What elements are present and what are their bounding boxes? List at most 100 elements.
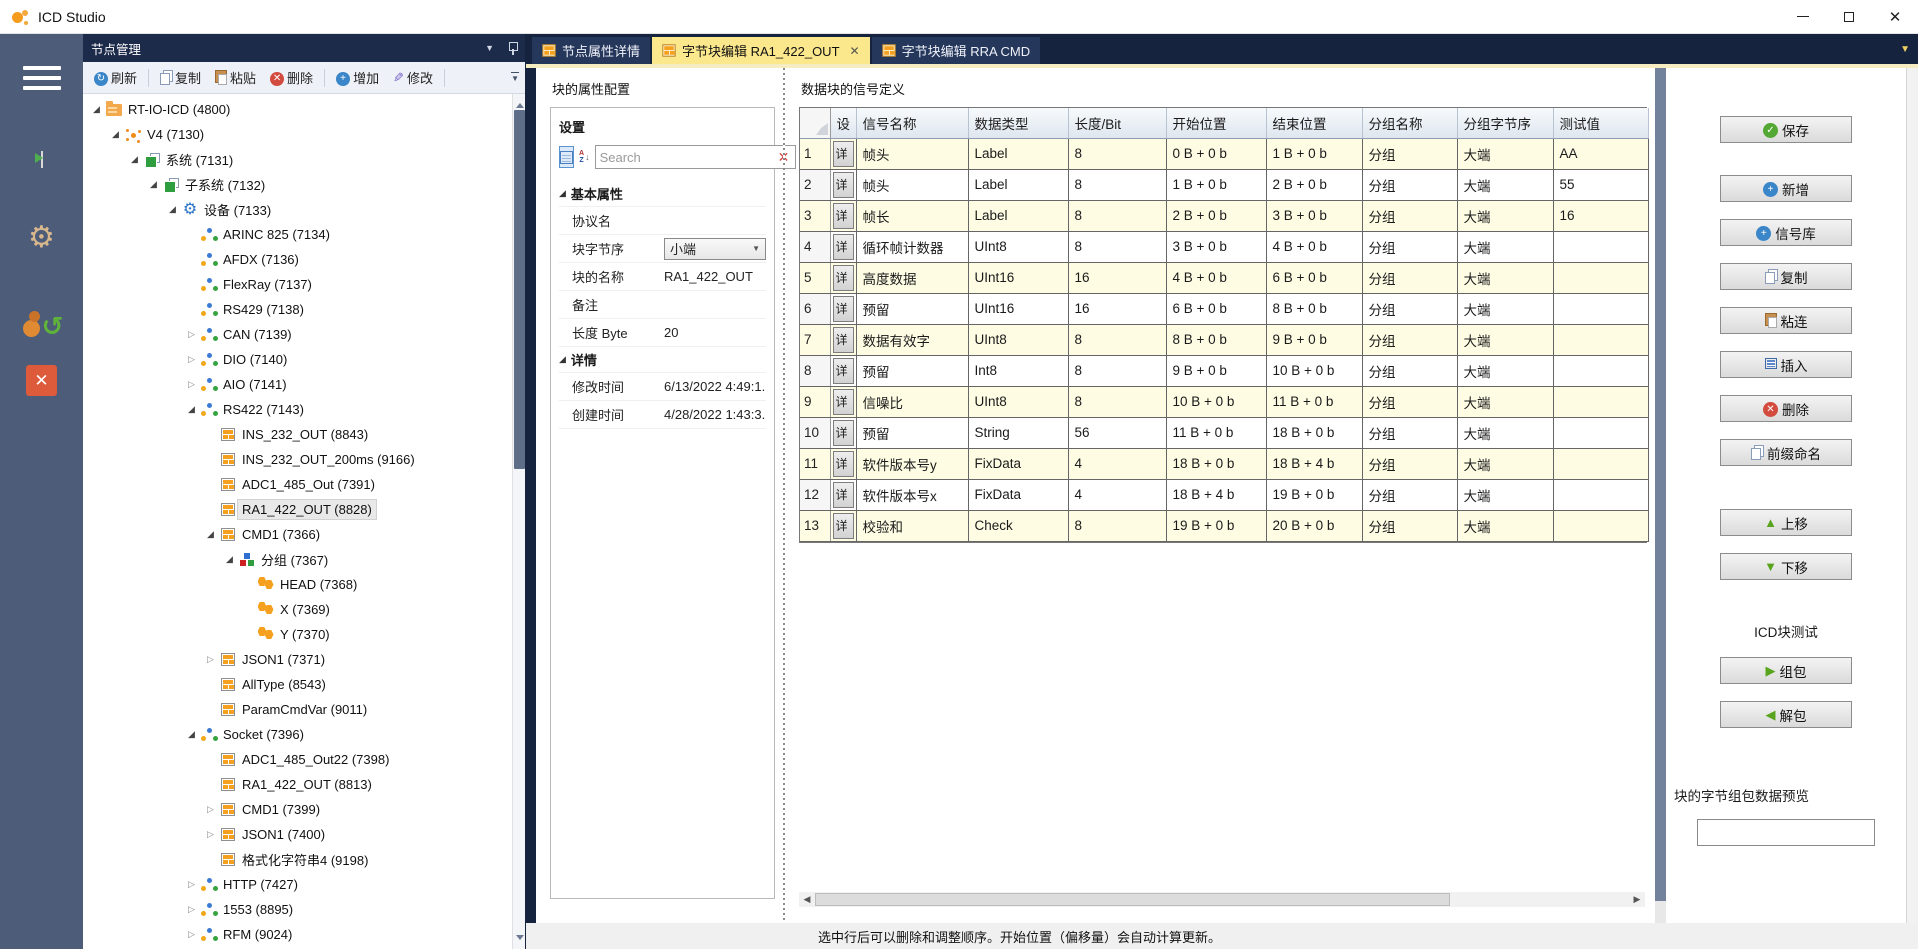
tree-item[interactable]: ▷1553 (8895): [83, 897, 512, 922]
新增-button[interactable]: +新增: [1720, 175, 1852, 202]
row-header[interactable]: 10: [800, 417, 830, 448]
cell-test[interactable]: [1553, 417, 1648, 448]
粘连-button[interactable]: 粘连: [1720, 307, 1852, 334]
cell-endian[interactable]: 大端: [1457, 200, 1553, 231]
expander-icon[interactable]: ◢: [203, 529, 218, 540]
menu-icon[interactable]: [23, 66, 61, 96]
cell-name[interactable]: 信噪比: [856, 386, 968, 417]
scroll-up-icon[interactable]: [516, 99, 524, 108]
cell-test[interactable]: 55: [1553, 169, 1648, 200]
cell-bits[interactable]: 8: [1068, 169, 1166, 200]
cell-group[interactable]: 分组: [1362, 169, 1457, 200]
cell-start[interactable]: 18 B + 0 b: [1166, 448, 1266, 479]
cell-type[interactable]: Label: [968, 200, 1068, 231]
cell-type[interactable]: Label: [968, 138, 1068, 169]
cell-endian[interactable]: 大端: [1457, 510, 1553, 541]
search-input[interactable]: [600, 150, 776, 165]
tree-item[interactable]: ◢RT-IO-ICD (4800): [83, 97, 512, 122]
cell-name[interactable]: 循环帧计数器: [856, 231, 968, 262]
tree-item[interactable]: ▷CAN (7139): [83, 322, 512, 347]
cell-endian[interactable]: 大端: [1457, 293, 1553, 324]
cell-bits[interactable]: 16: [1068, 262, 1166, 293]
cell-endian[interactable]: 大端: [1457, 169, 1553, 200]
cell-end[interactable]: 20 B + 0 b: [1266, 510, 1362, 541]
expander-icon[interactable]: ◢: [127, 154, 142, 165]
cell-test[interactable]: [1553, 479, 1648, 510]
row-detail-button[interactable]: 详: [833, 141, 854, 167]
tree-item[interactable]: ◢Socket (7396): [83, 722, 512, 747]
pin-icon[interactable]: [508, 42, 517, 55]
expander-icon[interactable]: ◢: [108, 129, 123, 140]
cell-end[interactable]: 2 B + 0 b: [1266, 169, 1362, 200]
cell-start[interactable]: 3 B + 0 b: [1166, 231, 1266, 262]
tree-item[interactable]: ◢CMD1 (7366): [83, 522, 512, 547]
cell-group[interactable]: 分组: [1362, 231, 1457, 262]
cell-end[interactable]: 9 B + 0 b: [1266, 324, 1362, 355]
tree-item[interactable]: 格式化字符串4 (9198): [83, 847, 512, 872]
row-detail-button[interactable]: 详: [833, 513, 854, 539]
signal-pane-scrollbar[interactable]: [1655, 68, 1666, 923]
cell-name[interactable]: 高度数据: [856, 262, 968, 293]
cell-test[interactable]: AA: [1553, 138, 1648, 169]
tree-item[interactable]: ▷JSON1 (7371): [83, 647, 512, 672]
scrollbar-thumb[interactable]: [1655, 68, 1666, 901]
column-header-信号名称[interactable]: 信号名称: [856, 108, 968, 138]
cell-type[interactable]: UInt8: [968, 324, 1068, 355]
row-header[interactable]: 9: [800, 386, 830, 417]
property-value[interactable]: 4/28/2022 1:43:3...: [664, 407, 766, 422]
cell-start[interactable]: 10 B + 0 b: [1166, 386, 1266, 417]
cell-type[interactable]: UInt16: [968, 262, 1068, 293]
cell-end[interactable]: 19 B + 0 b: [1266, 479, 1362, 510]
row-header[interactable]: 7: [800, 324, 830, 355]
tree-item[interactable]: ParamCmdVar (9011): [83, 697, 512, 722]
保存-button[interactable]: ✓保存: [1720, 116, 1852, 143]
row-header[interactable]: 1: [800, 138, 830, 169]
cell-start[interactable]: 0 B + 0 b: [1166, 138, 1266, 169]
tree-item[interactable]: ◢分组 (7367): [83, 547, 512, 572]
row-detail-button[interactable]: 详: [833, 234, 854, 260]
toolbar-copy-button[interactable]: 复制: [155, 65, 206, 90]
categorize-view-button[interactable]: [559, 146, 574, 168]
expander-icon[interactable]: ◢: [184, 729, 199, 740]
column-header-设[interactable]: 设: [830, 108, 856, 138]
tree-item[interactable]: ▷CMD1 (7399): [83, 797, 512, 822]
复制-button[interactable]: 复制: [1720, 263, 1852, 290]
cell-start[interactable]: 4 B + 0 b: [1166, 262, 1266, 293]
expander-icon[interactable]: ◢: [146, 179, 161, 190]
tab-字节块编辑-RA1_422_OUT[interactable]: 字节块编辑 RA1_422_OUT✕: [652, 37, 870, 64]
row-detail-button[interactable]: 详: [833, 389, 854, 415]
cell-test[interactable]: [1553, 448, 1648, 479]
删除-button[interactable]: ✕删除: [1720, 395, 1852, 422]
expander-icon[interactable]: ▷: [184, 929, 199, 940]
scrollbar-thumb[interactable]: [514, 110, 525, 469]
expander-icon[interactable]: ▷: [203, 654, 218, 665]
cell-start[interactable]: 18 B + 4 b: [1166, 479, 1266, 510]
panel-menu-icon[interactable]: ▼: [485, 43, 494, 53]
组包-button[interactable]: ▶组包: [1720, 657, 1852, 684]
byte-order-combobox[interactable]: 小端▼: [664, 238, 766, 260]
row-detail-button[interactable]: 详: [833, 358, 854, 384]
cell-group[interactable]: 分组: [1362, 200, 1457, 231]
cell-endian[interactable]: 大端: [1457, 479, 1553, 510]
cell-bits[interactable]: 8: [1068, 324, 1166, 355]
expander-icon[interactable]: ◢: [222, 554, 237, 565]
expander-icon[interactable]: ▷: [184, 329, 199, 340]
row-header[interactable]: 6: [800, 293, 830, 324]
tab-字节块编辑-RRA-CMD[interactable]: 字节块编辑 RRA CMD: [872, 37, 1041, 64]
row-detail-button[interactable]: 详: [833, 451, 854, 477]
cell-endian[interactable]: 大端: [1457, 231, 1553, 262]
right-edge-scrollbar[interactable]: [1906, 68, 1918, 923]
row-header[interactable]: 12: [800, 479, 830, 510]
cell-test[interactable]: [1553, 386, 1648, 417]
cell-start[interactable]: 8 B + 0 b: [1166, 324, 1266, 355]
cell-test[interactable]: [1553, 293, 1648, 324]
cell-start[interactable]: 2 B + 0 b: [1166, 200, 1266, 231]
row-detail-button[interactable]: 详: [833, 296, 854, 322]
row-header[interactable]: 8: [800, 355, 830, 386]
cell-endian[interactable]: 大端: [1457, 138, 1553, 169]
property-category[interactable]: ◢基本属性: [559, 181, 766, 207]
cell-endian[interactable]: 大端: [1457, 386, 1553, 417]
cell-start[interactable]: 11 B + 0 b: [1166, 417, 1266, 448]
row-detail-button[interactable]: 详: [833, 172, 854, 198]
cell-group[interactable]: 分组: [1362, 386, 1457, 417]
